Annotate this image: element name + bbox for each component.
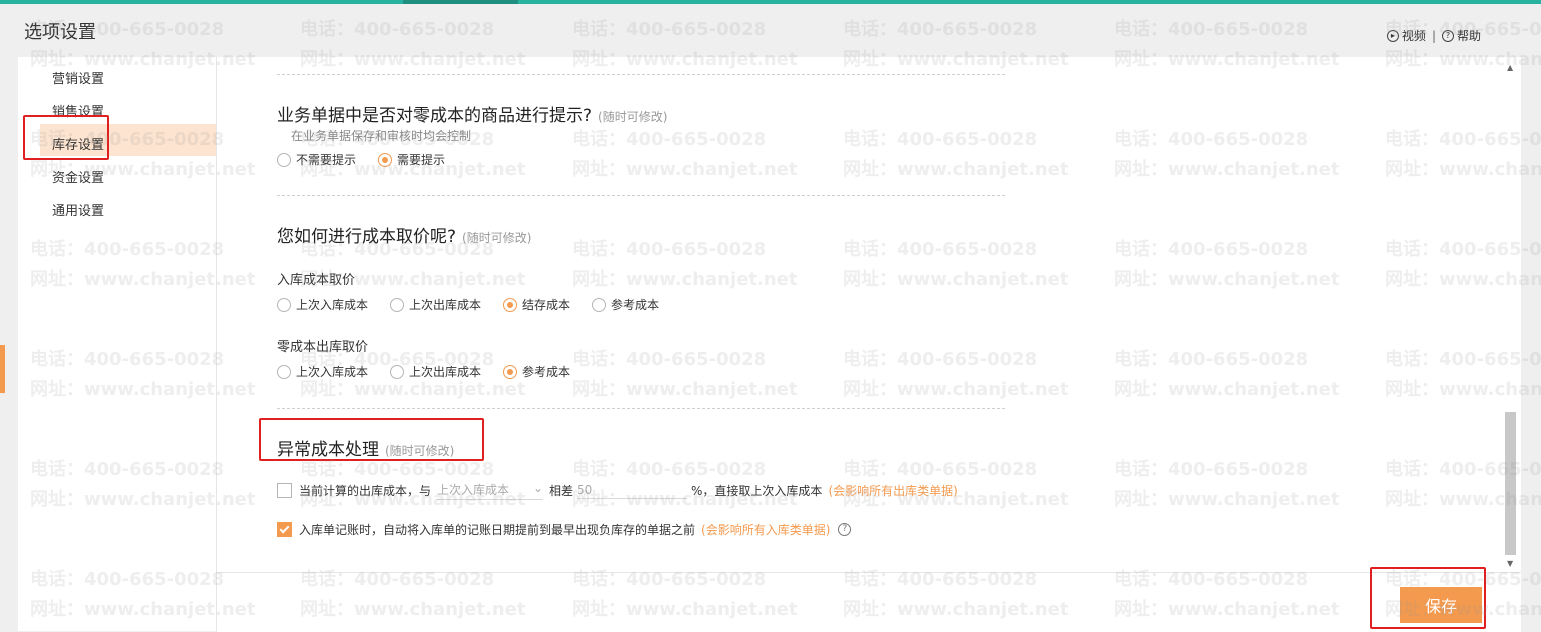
inbound-cost-options: 上次入库成本 上次出库成本 结存成本 参考成本 — [277, 296, 681, 313]
abnormal-option-2: 入库单记账时，自动将入库单的记账日期提前到最早出现负库存的单据之前 (会影响所有… — [277, 521, 852, 538]
cost-price-question-text: 您如何进行成本取价呢? — [277, 227, 457, 247]
radio-button-selected — [378, 152, 393, 167]
radio-no-prompt[interactable]: 不需要提示 — [277, 151, 356, 168]
window-title: 选项设置 — [24, 22, 96, 43]
checkbox-backdate-inbound[interactable] — [277, 522, 292, 537]
checkbox-cost-deviation[interactable] — [277, 483, 292, 498]
footer-bar — [217, 572, 1521, 632]
option1-prefix: 当前计算的出库成本，与 — [299, 484, 432, 498]
sidebar-item-general[interactable]: 通用设置 — [52, 200, 104, 219]
top-accent-bar — [0, 0, 1541, 4]
scroll-down-arrow-icon[interactable]: ▼ — [1507, 559, 1513, 568]
inbound-cost-label: 入库成本取价 — [277, 273, 356, 288]
zero-outbound-label: 零成本出库取价 — [277, 340, 369, 355]
radio-label: 上次入库成本 — [296, 365, 369, 379]
radio-label: 上次出库成本 — [409, 298, 482, 312]
radio-button — [390, 297, 405, 312]
radio-inbound-balance[interactable]: 结存成本 — [503, 296, 570, 313]
watermark-phone: 电话：400-665-0028 — [843, 19, 1038, 40]
divider — [277, 195, 1005, 196]
radio-button — [277, 297, 291, 312]
video-link[interactable]: ▸ 视频 — [1386, 27, 1426, 44]
radio-button-selected — [503, 297, 518, 312]
radio-label: 上次出库成本 — [409, 365, 482, 379]
radio-button — [390, 364, 405, 379]
left-edge-indicator — [0, 345, 5, 393]
scroll-up-arrow-icon[interactable]: ▲ — [1507, 63, 1513, 72]
zero-outbound-options: 上次入库成本 上次出库成本 参考成本 — [277, 363, 592, 380]
save-button[interactable]: 保存 — [1400, 587, 1482, 623]
deviation-percent-input[interactable]: 50 — [577, 483, 688, 499]
sidebar-item-funds[interactable]: 资金设置 — [52, 167, 104, 186]
cost-basis-select[interactable]: 上次入库成本 ⌄ — [437, 481, 544, 500]
question-icon: ? — [1441, 29, 1454, 42]
option1-suffix: %，直接取上次入库成本 — [691, 484, 823, 498]
zero-cost-subtext: 在业务单据保存和审核时均会控制 — [291, 129, 472, 143]
play-icon: ▸ — [1386, 29, 1399, 42]
radio-inbound-last-out[interactable]: 上次出库成本 — [390, 296, 481, 313]
cost-price-question: 您如何进行成本取价呢? (随时可修改) — [277, 222, 531, 247]
radio-button — [277, 152, 291, 167]
radio-label: 不需要提示 — [296, 153, 357, 167]
radio-inbound-last-in[interactable]: 上次入库成本 — [277, 296, 368, 313]
cost-price-note: (随时可修改) — [462, 231, 532, 245]
zero-cost-note: (随时可修改) — [598, 110, 668, 124]
radio-outbound-reference[interactable]: 参考成本 — [503, 363, 570, 380]
radio-button — [592, 297, 607, 312]
radio-inbound-reference[interactable]: 参考成本 — [592, 296, 659, 313]
video-label: 视频 — [1401, 29, 1426, 43]
zero-cost-question-text: 业务单据中是否对零成本的商品进行提示? — [277, 106, 593, 126]
help-label: 帮助 — [1456, 29, 1481, 43]
cost-basis-select-value: 上次入库成本 — [437, 483, 510, 497]
option2-warning: (会影响所有入库类单据) — [701, 523, 831, 537]
zero-cost-options: 不需要提示 需要提示 — [277, 151, 467, 168]
radio-button-selected — [503, 364, 518, 379]
sidebar-item-marketing[interactable]: 营销设置 — [52, 68, 104, 87]
watermark-phone: 电话：400-665-0028 — [300, 19, 495, 40]
radio-label: 参考成本 — [611, 298, 660, 312]
abnormal-option-1: 当前计算的出库成本，与 上次入库成本 ⌄ 相差 50 %，直接取上次入库成本 (… — [277, 481, 958, 500]
radio-label: 需要提示 — [397, 153, 446, 167]
help-link[interactable]: ? 帮助 — [1441, 27, 1481, 44]
zero-cost-question: 业务单据中是否对零成本的商品进行提示? (随时可修改) — [277, 101, 667, 126]
option1-diff-label: 相差 — [549, 484, 574, 498]
chevron-down-icon: ⌄ — [532, 481, 544, 495]
watermark-phone: 电话：400-665-0028 — [1114, 19, 1309, 40]
radio-button — [277, 364, 291, 379]
radio-label: 参考成本 — [522, 365, 571, 379]
radio-outbound-last-out[interactable]: 上次出库成本 — [390, 363, 481, 380]
radio-label: 上次入库成本 — [296, 298, 369, 312]
top-links: ▸ 视频 | ? 帮助 — [1386, 27, 1481, 44]
scrollbar-thumb[interactable] — [1505, 412, 1516, 555]
help-icon[interactable]: ? — [838, 523, 852, 536]
annotation-box-sidebar — [23, 115, 109, 160]
radio-outbound-last-in[interactable]: 上次入库成本 — [277, 363, 368, 380]
radio-label: 结存成本 — [522, 298, 571, 312]
top-accent-tab — [403, 0, 518, 4]
divider — [277, 408, 1005, 409]
content-area: 业务单据中是否对零成本的商品进行提示? (随时可修改) 在业务单据保存和审核时均会… — [217, 57, 1521, 631]
settings-panel: 营销设置 销售设置 库存设置 资金设置 通用设置 业务单据中是否对零成本的商品进… — [18, 57, 1521, 632]
option1-warning: (会影响所有出库类单据) — [828, 484, 958, 498]
annotation-box-section — [259, 418, 484, 461]
link-separator: | — [1431, 28, 1436, 43]
radio-need-prompt[interactable]: 需要提示 — [378, 151, 445, 168]
watermark-phone: 电话：400-665-0028 — [572, 19, 767, 40]
option2-text: 入库单记账时，自动将入库单的记账日期提前到最早出现负库存的单据之前 — [299, 523, 696, 537]
divider — [277, 74, 1005, 75]
